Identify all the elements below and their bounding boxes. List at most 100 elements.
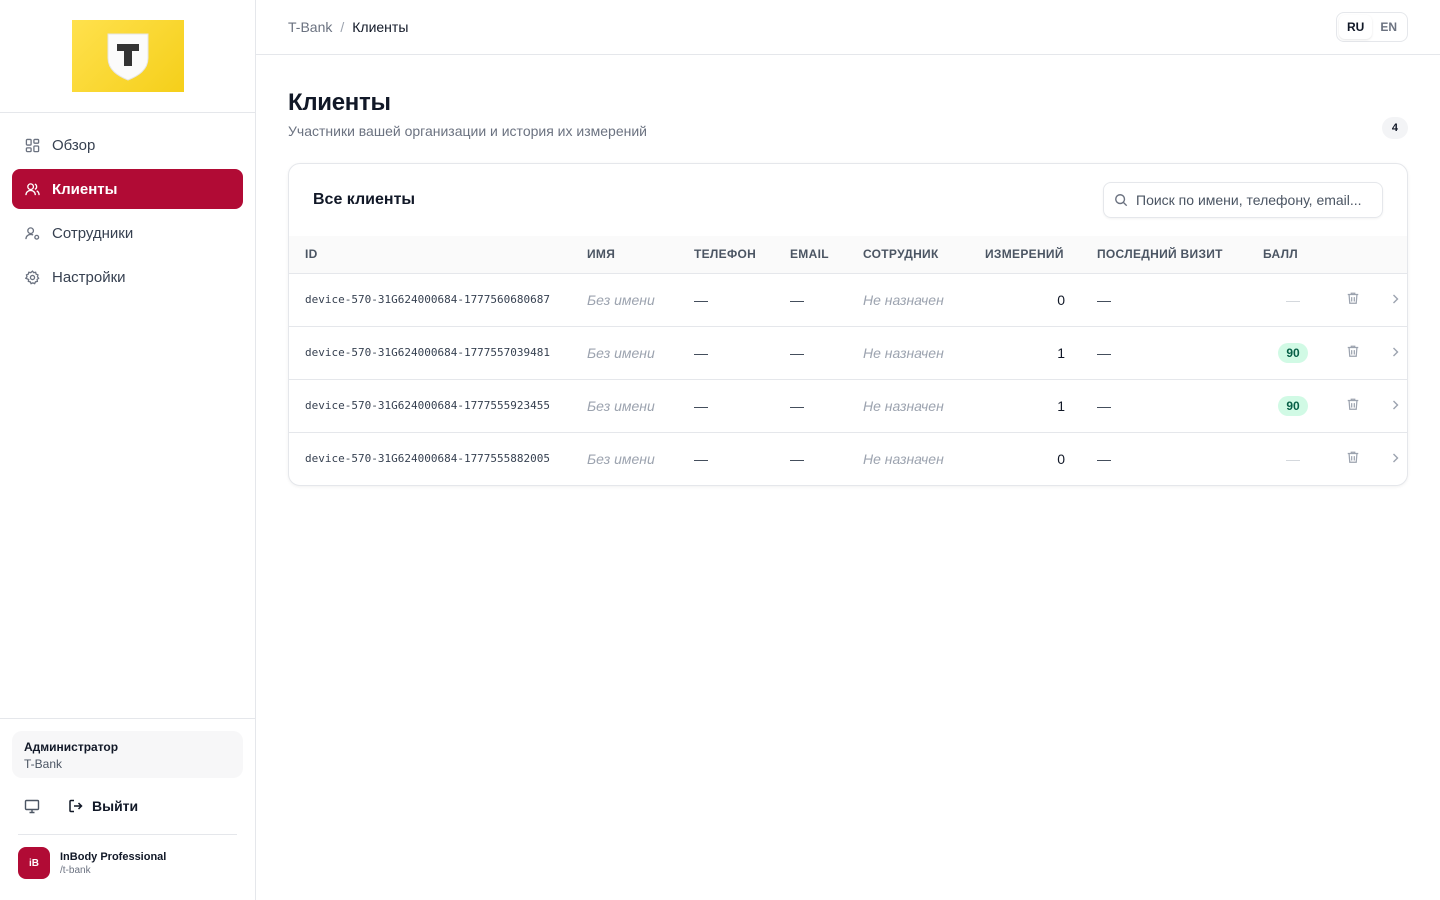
client-email: — xyxy=(790,273,863,327)
client-name: Без имени xyxy=(587,379,694,433)
sidebar-item-settings[interactable]: Настройки xyxy=(12,257,243,297)
main-content: Клиенты Участники вашей организации и ис… xyxy=(288,56,1408,486)
delete-cell xyxy=(1323,326,1383,380)
sidebar-item-overview[interactable]: Обзор xyxy=(12,125,243,165)
sidebar-actions: Выйти xyxy=(12,778,243,834)
client-employee: Не назначен xyxy=(863,273,985,327)
client-id: device-570-31G624000684-1777560680687 xyxy=(289,273,587,327)
sidebar-item-label: Обзор xyxy=(52,136,96,154)
chevron-right-icon[interactable] xyxy=(1389,399,1401,411)
brand-badge: iB xyxy=(18,847,50,879)
gear-icon xyxy=(24,269,40,285)
logout-button[interactable]: Выйти xyxy=(68,798,138,814)
client-last-visit: — xyxy=(1097,273,1263,327)
trash-icon[interactable] xyxy=(1346,344,1360,358)
chevron-right-icon[interactable] xyxy=(1389,293,1401,305)
shield-logo-icon xyxy=(107,33,148,81)
open-cell xyxy=(1383,326,1407,380)
client-phone: — xyxy=(694,326,790,380)
brand-row: iB InBody Professional /t-bank xyxy=(18,834,237,879)
table-row[interactable]: device-570-31G624000684-1777560680687 Бе… xyxy=(289,273,1407,327)
client-score: 90 xyxy=(1263,379,1323,433)
logout-icon xyxy=(68,798,84,814)
client-count-badge: 4 xyxy=(1381,117,1408,139)
breadcrumb-root[interactable]: T-Bank xyxy=(288,19,332,35)
logo-area xyxy=(0,0,255,113)
table-header-row: ID ИМЯ ТЕЛЕФОН EMAIL СОТРУДНИК ИЗМЕРЕНИЙ… xyxy=(289,236,1407,273)
column-header-measurements[interactable]: ИЗМЕРЕНИЙ xyxy=(985,236,1097,273)
delete-cell xyxy=(1323,432,1383,485)
sidebar-item-label: Настройки xyxy=(52,268,126,286)
trash-icon[interactable] xyxy=(1346,450,1360,464)
brand-slug: /t-bank xyxy=(60,864,91,876)
column-header-score[interactable]: БАЛЛ xyxy=(1263,236,1323,273)
client-email: — xyxy=(790,379,863,433)
lang-ru-button[interactable]: RU xyxy=(1338,15,1373,39)
open-cell xyxy=(1383,273,1407,327)
brand-name: InBody Professional xyxy=(60,850,167,863)
sidebar-nav: Обзор Клиенты Сотрудники Настройки xyxy=(0,113,255,313)
table-row[interactable]: device-570-31G624000684-1777555882005 Бе… xyxy=(289,432,1407,485)
column-header-email[interactable]: EMAIL xyxy=(790,236,863,273)
tbank-logo[interactable] xyxy=(71,20,184,92)
language-switcher: RU EN xyxy=(1335,12,1408,42)
open-cell xyxy=(1383,432,1407,485)
monitor-icon[interactable] xyxy=(24,798,40,814)
breadcrumb-current: Клиенты xyxy=(352,19,409,35)
sidebar: Обзор Клиенты Сотрудники Настройки Админ… xyxy=(0,0,256,900)
column-header-last-visit[interactable]: ПОСЛЕДНИЙ ВИЗИТ xyxy=(1097,236,1263,273)
client-last-visit: — xyxy=(1097,379,1263,433)
clients-table: ID ИМЯ ТЕЛЕФОН EMAIL СОТРУДНИК ИЗМЕРЕНИЙ… xyxy=(289,236,1407,485)
client-id: device-570-31G624000684-1777555882005 xyxy=(305,452,551,466)
chevron-right-icon[interactable] xyxy=(1389,346,1401,358)
page-title: Клиенты xyxy=(288,89,391,116)
column-header-name[interactable]: ИМЯ xyxy=(587,236,694,273)
score-badge: 90 xyxy=(1278,395,1308,416)
lang-en-button[interactable]: EN xyxy=(1372,15,1405,39)
chevron-right-icon[interactable] xyxy=(1389,452,1401,464)
users-icon xyxy=(24,181,40,197)
sidebar-item-label: Клиенты xyxy=(52,180,118,198)
client-name: Без имени xyxy=(587,326,694,380)
table-row[interactable]: device-570-31G624000684-1777555923455 Бе… xyxy=(289,379,1407,433)
sidebar-item-clients[interactable]: Клиенты xyxy=(12,169,243,209)
column-header-employee[interactable]: СОТРУДНИК xyxy=(863,236,985,273)
client-employee: Не назначен xyxy=(863,379,985,433)
clients-card: Все клиенты ID ИМЯ ТЕЛЕФОН EMAIL СОТРУДН… xyxy=(288,163,1408,486)
delete-cell xyxy=(1323,273,1383,327)
client-score: — xyxy=(1263,432,1323,485)
search-input[interactable] xyxy=(1136,192,1366,208)
card-header: Все клиенты xyxy=(289,164,1407,236)
client-score: 90 xyxy=(1263,326,1323,380)
client-id: device-570-31G624000684-1777555923455 xyxy=(289,379,587,433)
client-last-visit: — xyxy=(1097,326,1263,380)
sidebar-item-label: Сотрудники xyxy=(52,224,134,242)
user-org: T-Bank xyxy=(24,757,63,771)
score-badge: 90 xyxy=(1278,342,1308,363)
search-icon xyxy=(1114,193,1128,207)
client-measurements: 0 xyxy=(1057,450,1065,467)
client-phone: — xyxy=(694,273,790,327)
trash-icon[interactable] xyxy=(1346,397,1360,411)
column-header-phone[interactable]: ТЕЛЕФОН xyxy=(694,236,790,273)
open-cell xyxy=(1383,379,1407,433)
sidebar-item-employees[interactable]: Сотрудники xyxy=(12,213,243,253)
client-email: — xyxy=(790,326,863,380)
column-header-delete xyxy=(1323,236,1383,273)
client-email: — xyxy=(790,450,804,467)
table-row[interactable]: device-570-31G624000684-1777557039481 Бе… xyxy=(289,326,1407,380)
client-measurements: 1 xyxy=(985,379,1097,433)
client-phone: — xyxy=(694,379,790,433)
column-header-id[interactable]: ID xyxy=(289,236,587,273)
search-box xyxy=(1103,182,1383,218)
client-measurements: 1 xyxy=(985,326,1097,380)
user-cog-icon xyxy=(24,225,40,241)
client-employee: Не назначен xyxy=(863,326,985,380)
client-last-visit: — xyxy=(1097,450,1111,467)
breadcrumb-separator: / xyxy=(340,19,345,35)
trash-icon[interactable] xyxy=(1346,291,1360,305)
user-card[interactable]: Администратор T-Bank xyxy=(12,731,243,778)
page-subtitle: Участники вашей организации и история их… xyxy=(288,123,647,139)
client-name: Без имени xyxy=(587,273,694,327)
score-value: — xyxy=(1286,291,1300,308)
